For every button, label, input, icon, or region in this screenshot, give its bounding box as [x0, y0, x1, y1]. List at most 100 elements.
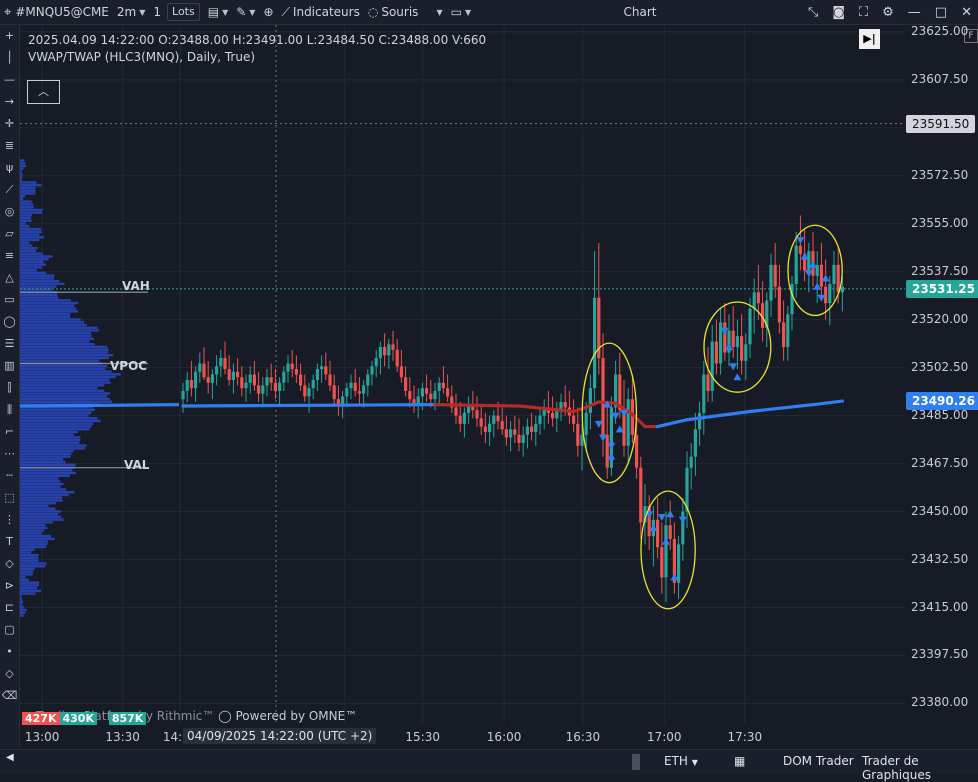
candle-body [378, 347, 382, 359]
settings-icon[interactable]: ⚙ [882, 5, 894, 20]
candle-body [286, 363, 290, 372]
pitchfork-icon[interactable]: ψ [0, 157, 19, 179]
candle-body [425, 388, 429, 394]
chevron-down-icon: ▼ [222, 7, 229, 17]
text-align-icon[interactable]: ☰ [0, 333, 19, 355]
mouse-mode-button[interactable]: ◌ Souris ▼ [364, 0, 447, 24]
session-selector[interactable]: ETH ▼ [664, 754, 698, 768]
crosshair-tool-icon[interactable]: + [0, 25, 19, 47]
label-icon[interactable]: ◇ [0, 553, 19, 575]
lots-input[interactable]: 1 Lots [149, 0, 203, 24]
profile-bar [20, 222, 26, 225]
vertical-line-icon[interactable]: │ [0, 47, 19, 69]
dot-icon[interactable]: • [0, 641, 19, 663]
ruler-icon[interactable]: ▱ [0, 223, 19, 245]
cross-line-icon[interactable]: ✛ [0, 113, 19, 135]
profile-bar [20, 386, 98, 390]
profile-bar [20, 474, 70, 477]
triangle-icon[interactable]: △ [0, 267, 19, 289]
camera-icon[interactable]: ◙ [832, 5, 845, 20]
dashed-line-icon[interactable]: ┄ [0, 465, 19, 487]
profile-bar [20, 469, 73, 472]
indicators-button[interactable]: ⟋ Indicateurs [278, 0, 364, 24]
price-tick-label: 23467.50 [911, 455, 969, 470]
detach-icon[interactable]: ⤡ [808, 5, 818, 20]
candle-body [332, 385, 336, 400]
collapse-legend-button[interactable]: ︿ [27, 80, 60, 104]
profile-bar [20, 342, 95, 346]
more-tools-icon[interactable]: ⋮ [0, 509, 19, 531]
profile-bar [20, 581, 40, 584]
profile-bar [20, 597, 22, 601]
candle-body [202, 363, 206, 378]
profile-bar [20, 540, 49, 543]
scroll-left-icon[interactable]: ◀ [6, 752, 14, 763]
diamond-icon[interactable]: ◇ [0, 663, 19, 685]
volume-bars-icon[interactable]: ⫿ [0, 377, 19, 399]
candle-body [282, 371, 286, 383]
fullscreen-icon[interactable]: ⛶ [859, 5, 868, 20]
price-label-icon[interactable]: ⊳ [0, 575, 19, 597]
candle-body [744, 344, 748, 361]
arrow-icon[interactable]: → [0, 91, 19, 113]
candle-body [210, 374, 214, 383]
candle-body [798, 245, 802, 254]
drawing-tool-button[interactable]: ✎ ▼ [232, 0, 259, 24]
layout-button[interactable]: ▭ ▼ [447, 0, 476, 24]
ellipse-icon[interactable]: ◯ [0, 311, 19, 333]
indicator-legend[interactable]: VWAP/TWAP (HLC3(MNQ), Daily, True) [28, 49, 486, 66]
profile-icon[interactable]: ▥ [0, 355, 19, 377]
price-tick-label: 23432.50 [911, 551, 969, 566]
candle-body [429, 393, 433, 400]
callout-icon[interactable]: ⊏ [0, 597, 19, 619]
channel-icon[interactable]: ≣ [0, 135, 19, 157]
profile-bar [20, 301, 78, 305]
profile-bar [20, 441, 80, 445]
dom-trader-button[interactable]: DOM Trader [783, 754, 854, 768]
profile-bar [20, 510, 61, 513]
eraser-icon[interactable]: ⌫ [0, 685, 19, 707]
calendar-icon[interactable]: ▦ [734, 754, 745, 768]
scrollbar-thumb[interactable] [632, 754, 640, 770]
path-icon[interactable]: ⌐ [0, 421, 19, 443]
rectangle-icon[interactable]: ▭ [0, 289, 19, 311]
volume-summary: 427K 430K 857K [22, 712, 147, 725]
ray-icon[interactable]: ⟋ [0, 179, 19, 201]
dashed-box-icon[interactable]: ⬚ [0, 487, 19, 509]
profile-bar [20, 332, 91, 335]
candle-body [311, 379, 315, 389]
candle-body [446, 388, 450, 397]
chevron-down-icon: ▼ [691, 758, 698, 767]
profile-bar [20, 203, 34, 206]
profile-bar [20, 329, 100, 332]
candle-body [584, 412, 588, 435]
candle-body [278, 382, 282, 391]
profile-bar [20, 351, 108, 354]
chart-type-button[interactable]: ▤ ▼ [204, 0, 233, 24]
session-label: ETH [664, 754, 688, 768]
fib-circle-icon[interactable]: ◎ [0, 201, 19, 223]
scroll-to-realtime-button[interactable]: ▶| [859, 29, 880, 49]
maximize-icon[interactable]: □ [935, 5, 947, 20]
price-range-icon[interactable]: ⫼ [0, 399, 19, 421]
candle-body [366, 374, 370, 386]
dotted-line-icon[interactable]: ⋯ [0, 443, 19, 465]
horizontal-line-icon[interactable]: — [0, 69, 19, 91]
minimize-icon[interactable]: — [908, 5, 921, 20]
text-tool-icon[interactable]: T [0, 531, 19, 553]
drawing-toolbar: + │ — → ✛ ≣ ψ ⟋ ◎ ▱ ≡ △ ▭ ◯ ☰ ▥ ⫿ ⫼ ⌐ ⋯ … [0, 25, 20, 747]
chart-trader-button[interactable]: Trader de Graphiques [862, 754, 978, 782]
chart-canvas[interactable] [0, 0, 978, 749]
candle-body [261, 385, 265, 394]
candle-body [231, 371, 235, 380]
candle-body [374, 358, 378, 367]
profile-bar [20, 458, 64, 461]
symbol-selector[interactable]: ⌖ #MNQU5@CME [0, 0, 113, 24]
note-icon[interactable]: ▢ [0, 619, 19, 641]
close-icon[interactable]: ✕ [961, 5, 972, 20]
timeframe-selector[interactable]: 2m ▼ [113, 0, 149, 24]
zoom-button[interactable]: ⊕ [259, 0, 277, 24]
candle-body [668, 525, 672, 539]
fib-retracement-icon[interactable]: ≡ [0, 245, 19, 267]
profile-bar [20, 194, 26, 198]
